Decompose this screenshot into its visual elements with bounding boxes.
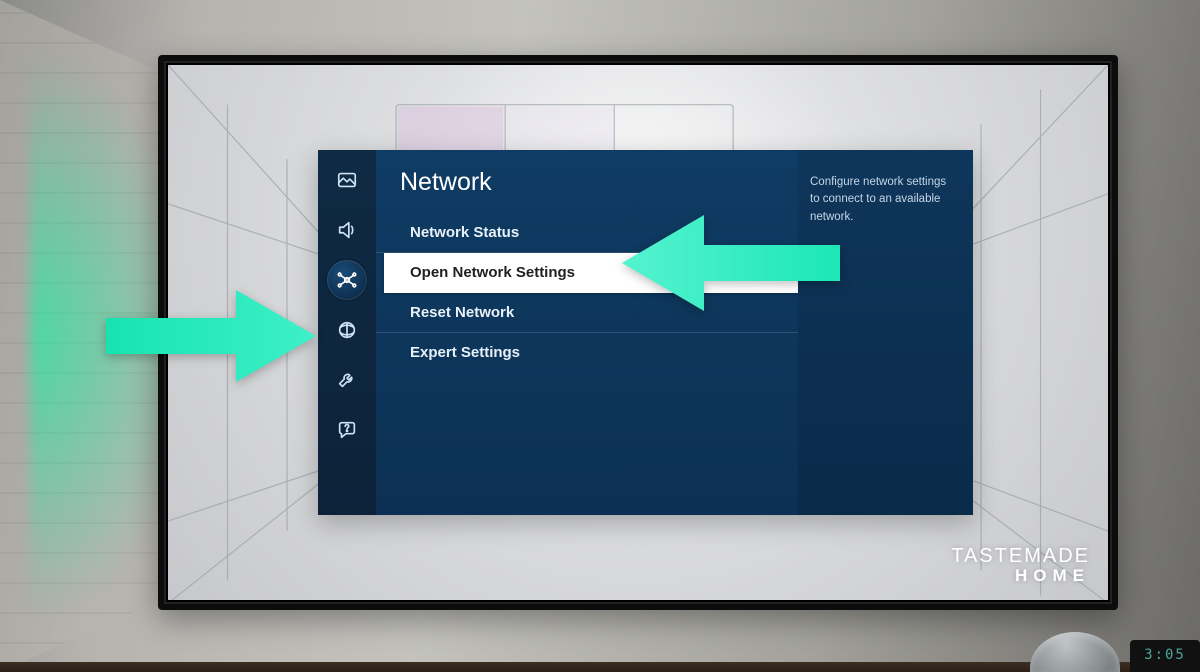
smart-speaker-prop	[1030, 632, 1120, 672]
menu-item-expert-settings[interactable]: Expert Settings	[376, 333, 798, 372]
connection-icon[interactable]	[327, 260, 367, 300]
clock-time: 3:05	[1144, 647, 1186, 663]
settings-menu: Network Network Status Open Network Sett…	[376, 150, 798, 515]
help-text: Configure network settings to connect to…	[798, 150, 973, 515]
watermark-line2: HOME	[951, 566, 1090, 586]
watermark-line1: TASTEMADE	[951, 545, 1090, 568]
annotation-arrow-left	[106, 290, 316, 382]
digital-clock-prop: 3:05	[1130, 640, 1200, 672]
room-photo-background: Network Network Status Open Network Sett…	[0, 0, 1200, 672]
channel-watermark: TASTEMADE HOME	[951, 545, 1090, 586]
panel-title: Network	[376, 164, 798, 213]
settings-panel: Network Network Status Open Network Sett…	[376, 150, 973, 515]
support-icon[interactable]	[327, 410, 367, 450]
settings-sidebar	[318, 150, 376, 515]
settings-dialog: Network Network Status Open Network Sett…	[318, 150, 973, 515]
annotation-arrow-right	[622, 215, 840, 311]
table-edge	[0, 662, 1200, 672]
satellite-icon[interactable]	[327, 310, 367, 350]
sound-icon[interactable]	[327, 210, 367, 250]
picture-icon[interactable]	[327, 160, 367, 200]
wrench-icon[interactable]	[327, 360, 367, 400]
